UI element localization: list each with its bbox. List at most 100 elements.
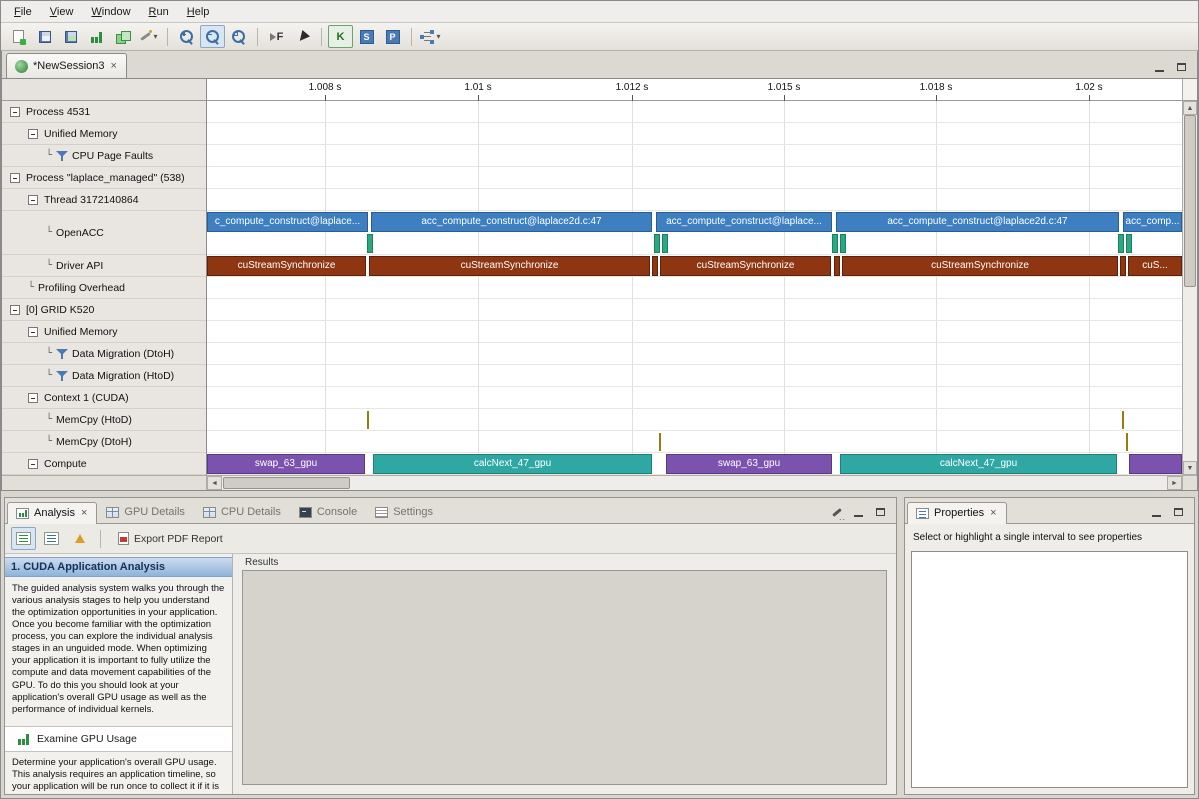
show-chart-button[interactable]	[84, 25, 109, 48]
timeline-bar[interactable]: acc_comp...	[1123, 212, 1182, 232]
tree-row-process-laplace-managed-538[interactable]: Process "laplace_managed" (538)	[2, 167, 206, 189]
collapse-toggle-icon[interactable]	[28, 393, 38, 403]
tab-console[interactable]: Console	[290, 501, 366, 523]
session-tab-close-icon[interactable]: ×	[110, 60, 118, 72]
menu-item-window[interactable]: Window	[82, 3, 139, 21]
kernel-mode-button[interactable]: K	[328, 25, 353, 48]
openacc-wait-mark[interactable]	[1126, 234, 1132, 253]
guided-analysis-button[interactable]	[11, 527, 36, 550]
tree-row-memcpy-dtoh[interactable]: └MemCpy (DtoH)	[2, 431, 206, 453]
collapse-toggle-icon[interactable]	[28, 327, 38, 337]
openacc-wait-mark[interactable]	[662, 234, 668, 253]
timeline-bar[interactable]	[834, 256, 840, 276]
tab-gpu-details[interactable]: GPU Details	[97, 501, 194, 523]
unguided-analysis-button[interactable]	[39, 527, 64, 550]
scroll-right-button[interactable]: ►	[1167, 476, 1182, 490]
go-to-marker-button[interactable]: F	[264, 25, 289, 48]
collapse-toggle-icon[interactable]	[28, 129, 38, 139]
timeline-bar[interactable]: cuStreamSynchronize	[842, 256, 1118, 276]
menu-item-file[interactable]: File	[5, 3, 41, 21]
hscroll-thumb[interactable]	[223, 477, 350, 489]
memcpy-mark[interactable]	[367, 411, 369, 429]
timeline-bar[interactable]: calcNext_47_gpu	[373, 454, 652, 474]
process-mode-button[interactable]: P	[380, 25, 405, 48]
maximize-button[interactable]	[1173, 60, 1189, 74]
menu-item-run[interactable]: Run	[140, 3, 178, 21]
openacc-wait-mark[interactable]	[832, 234, 838, 253]
timeline-bar[interactable]: calcNext_47_gpu	[840, 454, 1117, 474]
tree-row-cpu-page-faults[interactable]: └CPU Page Faults	[2, 145, 206, 167]
tab-analysis[interactable]: Analysis ×	[7, 502, 97, 524]
timeline-bar[interactable]: cuStreamSynchronize	[660, 256, 831, 276]
tree-row-thread-3172140864[interactable]: Thread 3172140864	[2, 189, 206, 211]
openacc-wait-mark[interactable]	[654, 234, 660, 253]
tree-row-data-migration-htod[interactable]: └Data Migration (HtoD)	[2, 365, 206, 387]
dropdown-arrow-icon[interactable]: ▾	[436, 32, 440, 41]
maximize-button[interactable]	[872, 505, 888, 519]
timeline-bar[interactable]: acc_compute_construct@laplace...	[656, 212, 832, 232]
collapse-toggle-icon[interactable]	[10, 107, 20, 117]
tree-row-unified-memory[interactable]: Unified Memory	[2, 321, 206, 343]
tree-row-unified-memory[interactable]: Unified Memory	[2, 123, 206, 145]
tab-settings[interactable]: Settings	[366, 501, 442, 523]
export-pdf-button[interactable]: Export PDF Report	[109, 527, 232, 550]
scroll-down-button[interactable]: ▼	[1183, 461, 1197, 475]
collapse-toggle-icon[interactable]	[10, 173, 20, 183]
timeline-bar[interactable]	[1120, 256, 1126, 276]
go-to-source-button[interactable]	[290, 25, 315, 48]
tab-cpu-details[interactable]: CPU Details	[194, 501, 290, 523]
new-session-button[interactable]	[6, 25, 31, 48]
examine-gpu-usage-button[interactable]: Examine GPU Usage	[5, 726, 232, 752]
collapse-toggle-icon[interactable]	[10, 305, 20, 315]
minimize-button[interactable]	[1151, 60, 1167, 74]
minimize-button[interactable]	[1148, 505, 1164, 519]
session-tab[interactable]: *NewSession3 ×	[6, 53, 127, 78]
timeline-bar[interactable]	[1129, 454, 1182, 474]
tree-row-context-1-cuda[interactable]: Context 1 (CUDA)	[2, 387, 206, 409]
timeline-bar[interactable]: acc_compute_construct@laplace2d.c:47	[371, 212, 652, 232]
back-up-button[interactable]	[67, 527, 92, 550]
timeline-bar[interactable]: cuS...	[1128, 256, 1182, 276]
tree-row-memcpy-htod[interactable]: └MemCpy (HtoD)	[2, 409, 206, 431]
analysis-tab-close-icon[interactable]: ×	[80, 507, 88, 519]
openacc-wait-mark[interactable]	[367, 234, 373, 253]
tree-row-data-migration-dtoh[interactable]: └Data Migration (DtoH)	[2, 343, 206, 365]
timeline-bar[interactable]: cuStreamSynchronize	[207, 256, 366, 276]
tree-row-profiling-overhead[interactable]: └Profiling Overhead	[2, 277, 206, 299]
scroll-up-button[interactable]: ▲	[1183, 101, 1197, 115]
timeline-bar[interactable]: swap_63_gpu	[207, 454, 365, 474]
memcpy-mark[interactable]	[1126, 433, 1128, 451]
timeline-bar[interactable]: swap_63_gpu	[666, 454, 832, 474]
save-session-button[interactable]	[32, 25, 57, 48]
zoom-fit-button[interactable]	[226, 25, 251, 48]
export-button[interactable]	[110, 25, 135, 48]
collapse-toggle-icon[interactable]	[28, 459, 38, 469]
configure-button[interactable]: ▾	[136, 25, 161, 48]
tree-row-process-4531[interactable]: Process 4531	[2, 101, 206, 123]
zoom-out-button[interactable]	[200, 25, 225, 48]
timeline-hscrollbar[interactable]: ◄ ►	[207, 476, 1182, 490]
timeline-bar[interactable]: acc_compute_construct@laplace2d.c:47	[836, 212, 1119, 232]
tab-properties[interactable]: Properties ×	[907, 502, 1007, 524]
openacc-wait-mark[interactable]	[1118, 234, 1124, 253]
timeline-bar[interactable]: cuStreamSynchronize	[369, 256, 650, 276]
hscroll-track[interactable]	[222, 476, 1167, 490]
timeline-vscrollbar[interactable]: ▲ ▼	[1183, 101, 1197, 475]
memcpy-mark[interactable]	[1122, 411, 1124, 429]
scroll-left-button[interactable]: ◄	[207, 476, 222, 490]
run-analysis-button[interactable]: ▾	[418, 25, 443, 48]
stream-mode-button[interactable]: S	[354, 25, 379, 48]
timeline-bar[interactable]: c_compute_construct@laplace...	[207, 212, 368, 232]
zoom-in-button[interactable]	[174, 25, 199, 48]
tree-row-compute[interactable]: Compute	[2, 453, 206, 475]
minimize-button[interactable]	[850, 505, 866, 519]
view-menu-icon[interactable]	[830, 506, 844, 519]
collapse-toggle-icon[interactable]	[28, 195, 38, 205]
menu-item-help[interactable]: Help	[178, 3, 219, 21]
vscroll-thumb[interactable]	[1184, 115, 1196, 287]
maximize-button[interactable]	[1170, 505, 1186, 519]
menu-item-view[interactable]: View	[41, 3, 83, 21]
timeline-bar[interactable]	[652, 256, 658, 276]
memcpy-mark[interactable]	[659, 433, 661, 451]
openacc-wait-mark[interactable]	[840, 234, 846, 253]
